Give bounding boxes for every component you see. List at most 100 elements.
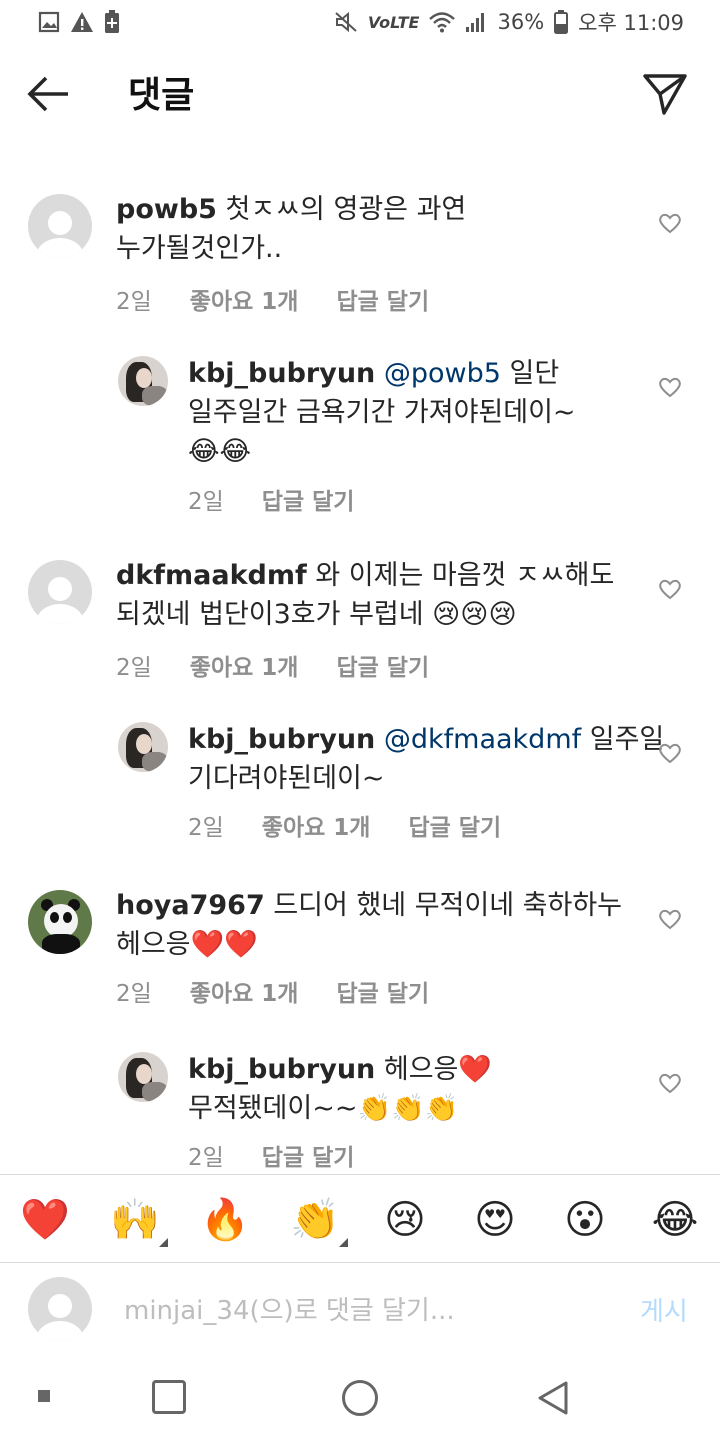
emoji-raised-hands-button[interactable]: 🙌 [110, 1195, 168, 1247]
comment-meta: 2일 좋아요 1개 답글 달기 [116, 974, 429, 1008]
warning-icon [71, 12, 93, 32]
nav-back-icon[interactable] [536, 1380, 570, 1416]
avatar[interactable] [28, 890, 92, 954]
emoji-heart-eyes-button[interactable]: 😍 [470, 1195, 520, 1245]
header: 댓글 [0, 44, 720, 140]
comment-time: 2일 [188, 1145, 224, 1171]
comment-username[interactable]: hoya7967 [116, 890, 265, 921]
like-heart-icon[interactable] [658, 212, 682, 234]
comment-time: 2일 [116, 981, 152, 1007]
emoji-raised-hands: 🙌 [110, 1197, 160, 1243]
comment-body: 와 이제는 마음껏 ㅈㅆ해도 [315, 560, 615, 591]
status-left-icons [38, 10, 120, 34]
comment-body: 드디어 했네 무적이네 축하하누 [273, 890, 623, 921]
reply-button[interactable]: 답글 달기 [336, 282, 429, 316]
comment-body-line2: 무적됐데이~~👏👏👏 [188, 1093, 459, 1124]
comment-body: 일단 [509, 358, 560, 389]
emoji-reaction-bar: ❤️ 🙌 🔥 👏 😢 😍 😮 😂 [0, 1174, 720, 1262]
avatar[interactable] [28, 194, 92, 258]
battery-percent: 36% [497, 10, 545, 34]
comment-body: 첫ㅈㅆ의 영광은 과연 [225, 194, 467, 225]
page-title: 댓글 [128, 75, 195, 116]
comment-likes[interactable]: 좋아요 1개 [190, 648, 299, 682]
like-heart-icon[interactable] [658, 578, 682, 600]
system-nav-bar [0, 1352, 720, 1440]
avatar[interactable] [118, 722, 168, 772]
clock: 오후 11:09 [578, 11, 684, 35]
comment-input-bar: 게시 [0, 1262, 720, 1352]
emoji-crying-button[interactable]: 😢 [380, 1195, 430, 1245]
comment-text: kbj_bubryun 헤으응❤️ 무적됐데이~~👏👏👏 [188, 1050, 492, 1128]
comment-meta: 2일 좋아요 1개 답글 달기 [116, 648, 429, 682]
recent-apps-icon[interactable] [152, 1380, 186, 1414]
comment: dkfmaakdmf 와 이제는 마음껏 ㅈㅆ해도 되겠네 법단이3호가 부럽네… [0, 556, 720, 686]
comment-text: kbj_bubryun @dkfmaakdmf 일주일 기다려야된데이~ [188, 720, 664, 798]
emoji-laughing-button[interactable]: 😂 [650, 1195, 700, 1245]
comment-time: 2일 [116, 289, 152, 315]
nav-dot-icon[interactable] [38, 1390, 50, 1402]
comment-meta: 2일 좋아요 1개 답글 달기 [188, 808, 501, 842]
status-bar: VoLTE 36% 오후 11:09 [0, 0, 720, 44]
reply-button[interactable]: 답글 달기 [336, 648, 429, 682]
comment-username[interactable]: kbj_bubryun [188, 358, 375, 389]
comment-likes[interactable]: 좋아요 1개 [190, 974, 299, 1008]
home-icon[interactable] [342, 1380, 378, 1416]
emoji-heart-button[interactable]: ❤️ [20, 1195, 70, 1245]
comment-username[interactable]: kbj_bubryun [188, 724, 375, 755]
comment-body-line2: 누가될것인가.. [116, 233, 283, 264]
post-button[interactable]: 게시 [640, 1291, 688, 1328]
battery-icon [554, 10, 569, 34]
comment-username[interactable]: kbj_bubryun [188, 1054, 375, 1085]
reply-button[interactable]: 답글 달기 [262, 482, 355, 516]
comment: powb5 첫ㅈㅆ의 영광은 과연 누가될것인가.. 2일 좋아요 1개 답글 … [0, 190, 720, 320]
like-heart-icon[interactable] [658, 908, 682, 930]
signal-icon [466, 13, 485, 32]
comment-meta: 2일 답글 달기 [188, 1138, 354, 1172]
avatar[interactable] [28, 560, 92, 624]
avatar[interactable] [118, 1052, 168, 1102]
reply-comment: kbj_bubryun @powb5 일단 일주일간 금욕기간 가져야된데이~ … [0, 354, 720, 524]
comment-body: 헤으응❤️ [383, 1054, 493, 1085]
comment-likes[interactable]: 좋아요 1개 [262, 808, 371, 842]
comment-body-line3: 😂😂 [188, 436, 252, 467]
emoji-clap-button[interactable]: 👏 [290, 1195, 348, 1247]
like-heart-icon[interactable] [658, 1072, 682, 1094]
comment: hoya7967 드디어 했네 무적이네 축하하누 헤으응❤️❤️ 2일 좋아요… [0, 886, 720, 1016]
comment-body-line2: 되겠네 법단이3호가 부럽네 😢😢😢 [116, 599, 517, 630]
comment-time: 2일 [188, 489, 224, 515]
reply-button[interactable]: 답글 달기 [336, 974, 429, 1008]
mention-link[interactable]: @powb5 [384, 358, 501, 389]
like-heart-icon[interactable] [658, 742, 682, 764]
skin-tone-indicator-icon [159, 1238, 168, 1247]
comment-meta: 2일 답글 달기 [188, 482, 354, 516]
comment-time: 2일 [116, 655, 152, 681]
send-icon[interactable] [642, 72, 688, 116]
comment-text: hoya7967 드디어 했네 무적이네 축하하누 헤으응❤️❤️ [116, 886, 622, 964]
comment-text: kbj_bubryun @powb5 일단 일주일간 금욕기간 가져야된데이~ … [188, 354, 576, 471]
emoji-fire-button[interactable]: 🔥 [200, 1195, 250, 1245]
own-avatar [28, 1277, 92, 1341]
wifi-icon [429, 12, 456, 33]
comment-username[interactable]: dkfmaakdmf [116, 560, 307, 591]
back-arrow-icon[interactable] [26, 74, 70, 114]
comment-likes[interactable]: 좋아요 1개 [190, 282, 299, 316]
emoji-clap: 👏 [290, 1197, 340, 1243]
comment-text: powb5 첫ㅈㅆ의 영광은 과연 누가될것인가.. [116, 190, 466, 268]
comment-body: 일주일 [589, 724, 665, 755]
reply-button[interactable]: 답글 달기 [408, 808, 501, 842]
battery-saver-icon [105, 10, 119, 33]
emoji-surprised-button[interactable]: 😮 [560, 1195, 610, 1245]
avatar[interactable] [118, 356, 168, 406]
mute-icon [335, 11, 357, 33]
reply-comment: kbj_bubryun 헤으응❤️ 무적됐데이~~👏👏👏 2일 답글 달기 [0, 1050, 720, 1174]
comment-text: dkfmaakdmf 와 이제는 마음껏 ㅈㅆ해도 되겠네 법단이3호가 부럽네… [116, 556, 614, 634]
comment-username[interactable]: powb5 [116, 194, 217, 225]
network-label: VoLTE [367, 12, 420, 32]
reply-button[interactable]: 답글 달기 [262, 1138, 355, 1172]
mention-link[interactable]: @dkfmaakdmf [384, 724, 581, 755]
comment-input[interactable] [124, 1291, 604, 1331]
like-heart-icon[interactable] [658, 376, 682, 398]
comment-meta: 2일 좋아요 1개 답글 달기 [116, 282, 429, 316]
comment-body-line2: 일주일간 금욕기간 가져야된데이~ [188, 397, 576, 428]
reply-comment: kbj_bubryun @dkfmaakdmf 일주일 기다려야된데이~ 2일 … [0, 720, 720, 850]
